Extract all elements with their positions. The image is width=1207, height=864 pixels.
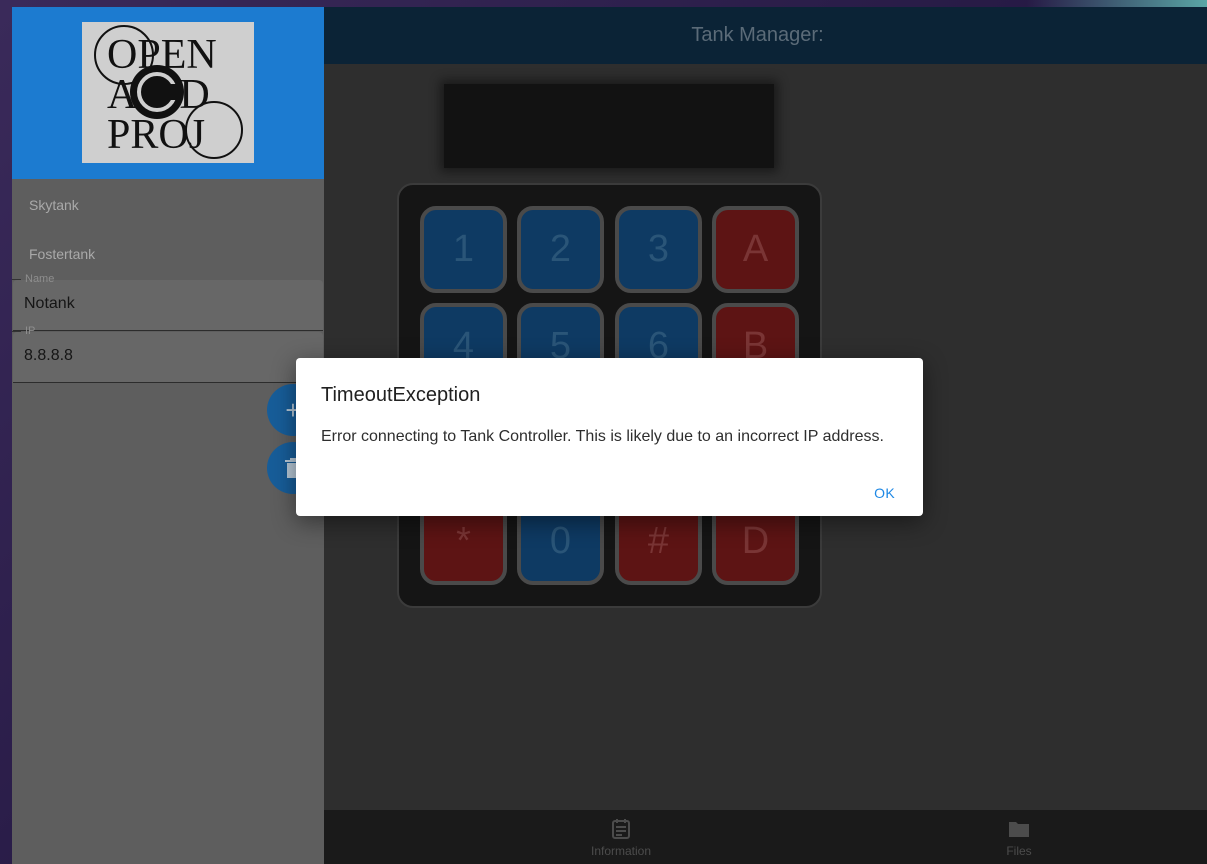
dialog-title: TimeoutException (321, 384, 481, 406)
error-dialog: TimeoutException Error connecting to Tan… (296, 358, 923, 516)
dialog-message: Error connecting to Tank Controller. Thi… (321, 428, 884, 445)
app-window: Tank Manager: 1 2 3 A 4 5 6 B 7 8 9 C * … (12, 7, 1207, 864)
ok-button[interactable]: OK (874, 485, 895, 501)
